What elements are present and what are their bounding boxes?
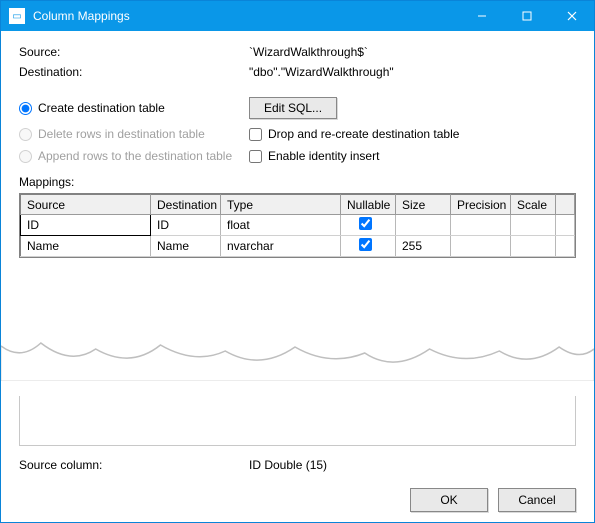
table-row[interactable]: Name Name nvarchar 255	[21, 236, 575, 257]
torn-edge-decoration	[1, 331, 594, 381]
cell-destination[interactable]: ID	[151, 215, 221, 236]
radio-delete-rows	[19, 128, 32, 141]
cell-scale[interactable]	[511, 215, 556, 236]
check-drop-recreate[interactable]	[249, 128, 262, 141]
check-drop-label[interactable]: Drop and re-create destination table	[268, 127, 459, 141]
maximize-icon	[522, 11, 532, 21]
cell-type[interactable]: float	[221, 215, 341, 236]
col-header-pad	[556, 195, 575, 215]
radio-delete-label: Delete rows in destination table	[38, 127, 205, 141]
mappings-label: Mappings:	[19, 175, 576, 189]
maximize-button[interactable]	[504, 1, 549, 31]
cell-precision[interactable]	[451, 236, 511, 257]
cell-size[interactable]	[396, 215, 451, 236]
radio-append-label: Append rows to the destination table	[38, 149, 232, 163]
cell-source[interactable]: ID	[21, 215, 151, 236]
radio-create-label[interactable]: Create destination table	[38, 101, 165, 115]
col-header-source[interactable]: Source	[21, 195, 151, 215]
cell-nullable[interactable]	[341, 236, 396, 257]
app-icon: ▭	[9, 8, 25, 24]
destination-label: Destination:	[19, 65, 249, 79]
nullable-checkbox[interactable]	[359, 217, 372, 230]
check-identity-label[interactable]: Enable identity insert	[268, 149, 379, 163]
grid-lower-frame	[19, 396, 576, 446]
close-button[interactable]	[549, 1, 594, 31]
cell-source[interactable]: Name	[21, 236, 151, 257]
col-header-type[interactable]: Type	[221, 195, 341, 215]
table-row[interactable]: ID ID float	[21, 215, 575, 236]
mappings-grid[interactable]: Source Destination Type Nullable Size Pr…	[19, 193, 576, 258]
minimize-icon	[477, 11, 487, 21]
check-identity-insert[interactable]	[249, 150, 262, 163]
radio-append-rows	[19, 150, 32, 163]
cell-destination[interactable]: Name	[151, 236, 221, 257]
minimize-button[interactable]	[459, 1, 504, 31]
cell-pad	[556, 215, 575, 236]
col-header-size[interactable]: Size	[396, 195, 451, 215]
col-header-scale[interactable]: Scale	[511, 195, 556, 215]
window-title: Column Mappings	[33, 9, 459, 23]
nullable-checkbox[interactable]	[359, 238, 372, 251]
source-label: Source:	[19, 45, 249, 59]
cancel-button[interactable]: Cancel	[498, 488, 576, 512]
titlebar: ▭ Column Mappings	[1, 1, 594, 31]
source-value: `WizardWalkthrough$`	[249, 45, 576, 59]
col-header-precision[interactable]: Precision	[451, 195, 511, 215]
grid-header-row: Source Destination Type Nullable Size Pr…	[21, 195, 575, 215]
dialog-column-mappings: ▭ Column Mappings Source: `WizardWalkthr…	[0, 0, 595, 523]
source-column-value: ID Double (15)	[249, 458, 327, 472]
edit-sql-button[interactable]: Edit SQL...	[249, 97, 337, 119]
ok-button[interactable]: OK	[410, 488, 488, 512]
col-header-destination[interactable]: Destination	[151, 195, 221, 215]
col-header-nullable[interactable]: Nullable	[341, 195, 396, 215]
cell-type[interactable]: nvarchar	[221, 236, 341, 257]
radio-create-table[interactable]	[19, 102, 32, 115]
destination-value: "dbo"."WizardWalkthrough"	[249, 65, 576, 79]
cell-pad	[556, 236, 575, 257]
cell-precision[interactable]	[451, 215, 511, 236]
source-column-label: Source column:	[19, 458, 249, 472]
close-icon	[567, 11, 577, 21]
cell-scale[interactable]	[511, 236, 556, 257]
cell-nullable[interactable]	[341, 215, 396, 236]
cell-size[interactable]: 255	[396, 236, 451, 257]
